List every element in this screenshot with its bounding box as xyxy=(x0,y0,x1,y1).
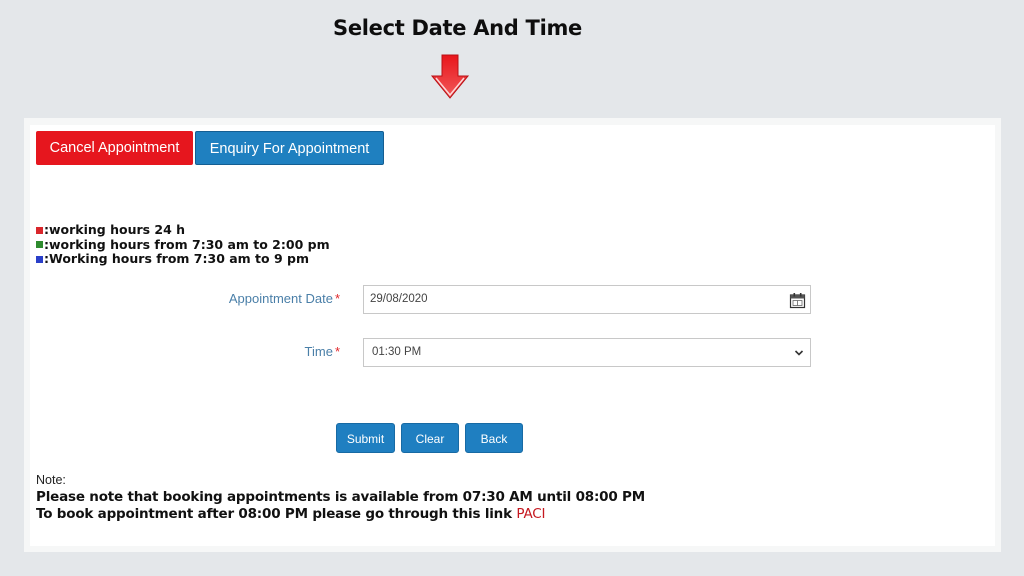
cancel-appointment-button[interactable]: Cancel Appointment xyxy=(36,131,193,165)
note-line-link: To book appointment after 08:00 PM pleas… xyxy=(36,506,645,523)
appointment-date-input[interactable]: 29/08/2020 xyxy=(363,285,811,314)
appointment-date-value: 29/08/2020 xyxy=(370,293,428,305)
chevron-down-icon xyxy=(794,350,804,356)
clear-button[interactable]: Clear xyxy=(401,423,459,453)
appointment-form: Cancel Appointment Enquiry For Appointme… xyxy=(30,125,995,546)
enquiry-appointment-button[interactable]: Enquiry For Appointment xyxy=(195,131,384,165)
legend-red-square xyxy=(36,226,43,234)
note-text: Please note that booking appointments is… xyxy=(36,489,645,523)
submit-button[interactable]: Submit xyxy=(336,423,395,453)
appointment-date-label-text: Appointment Date xyxy=(228,291,333,306)
required-mark: * xyxy=(334,344,340,359)
headline: Select Date And Time xyxy=(333,16,582,40)
time-select[interactable]: 01:30 PM xyxy=(363,338,811,367)
legend-green-square xyxy=(36,241,43,249)
legend-item: :Working hours from 7:30 am to 9 pm xyxy=(36,251,330,267)
note-line-link-text: To book appointment after 08:00 PM pleas… xyxy=(36,506,512,522)
note-heading: Note: xyxy=(36,473,66,487)
legend-text: :working hours from 7:30 am to 2:00 pm xyxy=(44,236,330,252)
appointment-date-label: Appointment Date * xyxy=(190,291,340,306)
legend-item: :working hours 24 h xyxy=(36,222,330,238)
legend-text: :working hours 24 h xyxy=(44,222,186,237)
paci-link[interactable]: PACI xyxy=(516,506,545,522)
time-value: 01:30 PM xyxy=(372,346,422,358)
down-arrow-icon xyxy=(430,54,470,99)
back-button[interactable]: Back xyxy=(465,423,523,453)
time-label-text: Time xyxy=(304,344,333,359)
legend-text: :Working hours from 7:30 am to 9 pm xyxy=(44,251,309,266)
working-hours-legend: :working hours 24 h :working hours from … xyxy=(36,222,330,267)
required-mark: * xyxy=(334,291,340,306)
time-label: Time * xyxy=(190,344,340,359)
legend-blue-square xyxy=(36,255,43,263)
note-line-hours: Please note that booking appointments is… xyxy=(36,489,645,505)
appointment-panel: Cancel Appointment Enquiry For Appointme… xyxy=(24,118,1001,552)
legend-item: :working hours from 7:30 am to 2:00 pm xyxy=(36,236,330,253)
calendar-icon[interactable] xyxy=(789,292,806,309)
